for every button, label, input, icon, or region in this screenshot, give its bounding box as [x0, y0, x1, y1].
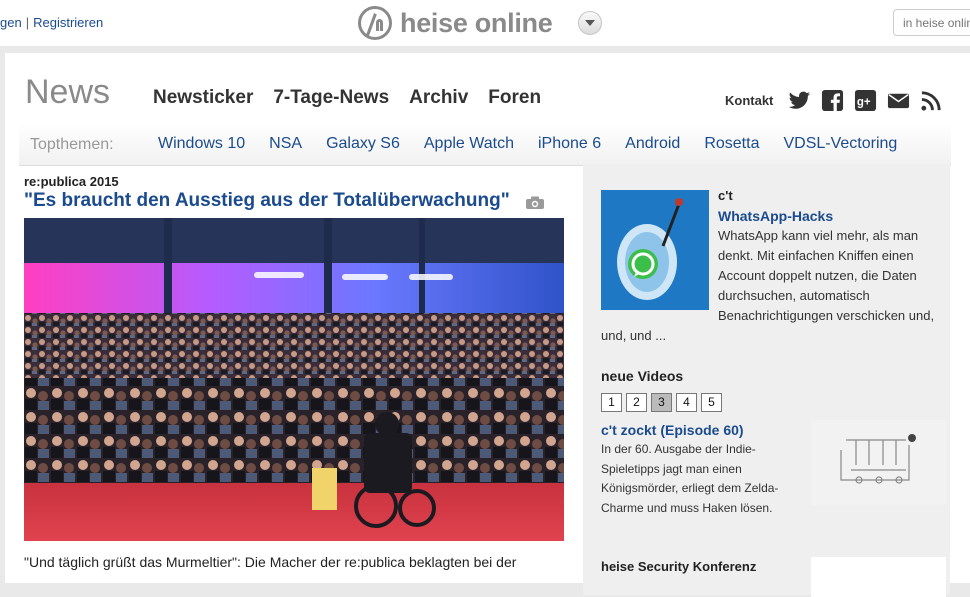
rss-icon[interactable] — [920, 89, 943, 112]
security-conference-image[interactable] — [811, 557, 946, 597]
topthema-link[interactable]: iPhone 6 — [538, 135, 601, 153]
nav-archiv[interactable]: Archiv — [409, 87, 468, 109]
nav-foren[interactable]: Foren — [488, 87, 541, 109]
ct-article-text-cont: und, und ... — [601, 328, 667, 343]
camera-icon — [526, 196, 544, 209]
topthema-link[interactable]: NSA — [269, 135, 302, 153]
video-title[interactable]: c't zockt (Episode 60) — [601, 422, 744, 438]
article-headline[interactable]: "Es braucht den Ausstieg aus der Totalüb… — [24, 190, 510, 212]
main-nav: Newsticker 7-Tage-News Archiv Foren — [153, 87, 541, 109]
video-pager: 1 2 3 4 5 — [601, 393, 722, 412]
chevron-down-icon[interactable] — [578, 11, 602, 35]
ct-kicker: c't — [718, 188, 733, 203]
nav-7-tage-news[interactable]: 7-Tage-News — [273, 87, 389, 109]
topthema-link[interactable]: Galaxy S6 — [326, 135, 400, 153]
article-kicker: re:publica 2015 — [24, 174, 119, 189]
logo-text: heise online — [400, 7, 553, 38]
whatsapp-teaser-image[interactable] — [601, 190, 709, 310]
page-button-2[interactable]: 2 — [626, 393, 647, 412]
topthema-link[interactable]: Rosetta — [704, 135, 759, 153]
ct-article-text: WhatsApp kann viel mehr, als man denkt. … — [718, 228, 935, 323]
topthema-link[interactable]: Windows 10 — [158, 135, 245, 153]
kontakt-link[interactable]: Kontakt — [725, 93, 773, 108]
page-content: News Newsticker 7-Tage-News Archiv Foren… — [5, 53, 970, 597]
topthemen-label: Topthemen: — [30, 136, 114, 153]
google-plus-icon[interactable]: g+ — [854, 89, 877, 112]
heise-logo-icon — [358, 6, 392, 40]
sidebar: c't WhatsApp-Hacks WhatsApp kann viel me… — [583, 165, 950, 597]
topthema-link[interactable]: VDSL-Vectoring — [783, 135, 897, 153]
search-input[interactable] — [893, 9, 970, 36]
topthemen-bar: Topthemen: Windows 10 NSA Galaxy S6 Appl… — [19, 123, 951, 166]
topthema-link[interactable]: Apple Watch — [424, 135, 514, 153]
video-thumbnail[interactable] — [811, 420, 946, 505]
page-button-3[interactable]: 3 — [651, 393, 672, 412]
nav-newsticker[interactable]: Newsticker — [153, 87, 253, 109]
login-link[interactable]: gen — [0, 15, 22, 30]
page-button-4[interactable]: 4 — [676, 393, 697, 412]
account-links: gen | Registrieren — [0, 15, 103, 30]
article-teaser: "Und täglich grüßt das Murmeltier": Die … — [24, 554, 517, 570]
heise-logo[interactable]: heise online — [358, 3, 553, 43]
social-icons: g+ — [788, 89, 943, 112]
page-button-5[interactable]: 5 — [701, 393, 722, 412]
videos-heading: neue Videos — [601, 368, 684, 384]
mail-icon[interactable] — [887, 89, 910, 112]
register-link[interactable]: Registrieren — [33, 15, 103, 30]
svg-text:g+: g+ — [857, 96, 871, 108]
section-title: News — [25, 73, 111, 111]
top-bar: gen | Registrieren heise online — [0, 0, 970, 46]
ct-article-title[interactable]: WhatsApp-Hacks — [718, 208, 833, 224]
twitter-icon[interactable] — [788, 89, 811, 112]
article-hero-image[interactable] — [24, 218, 564, 541]
topthemen-items: Windows 10 NSA Galaxy S6 Apple Watch iPh… — [158, 135, 897, 153]
topthema-link[interactable]: Android — [625, 135, 680, 153]
facebook-icon[interactable] — [821, 89, 844, 112]
page-button-1[interactable]: 1 — [601, 393, 622, 412]
video-text: In der 60. Ausgabe der Indie-Spieletipps… — [601, 442, 779, 515]
security-conference-heading[interactable]: heise Security Konferenz — [601, 559, 756, 574]
separator: | — [25, 15, 30, 30]
